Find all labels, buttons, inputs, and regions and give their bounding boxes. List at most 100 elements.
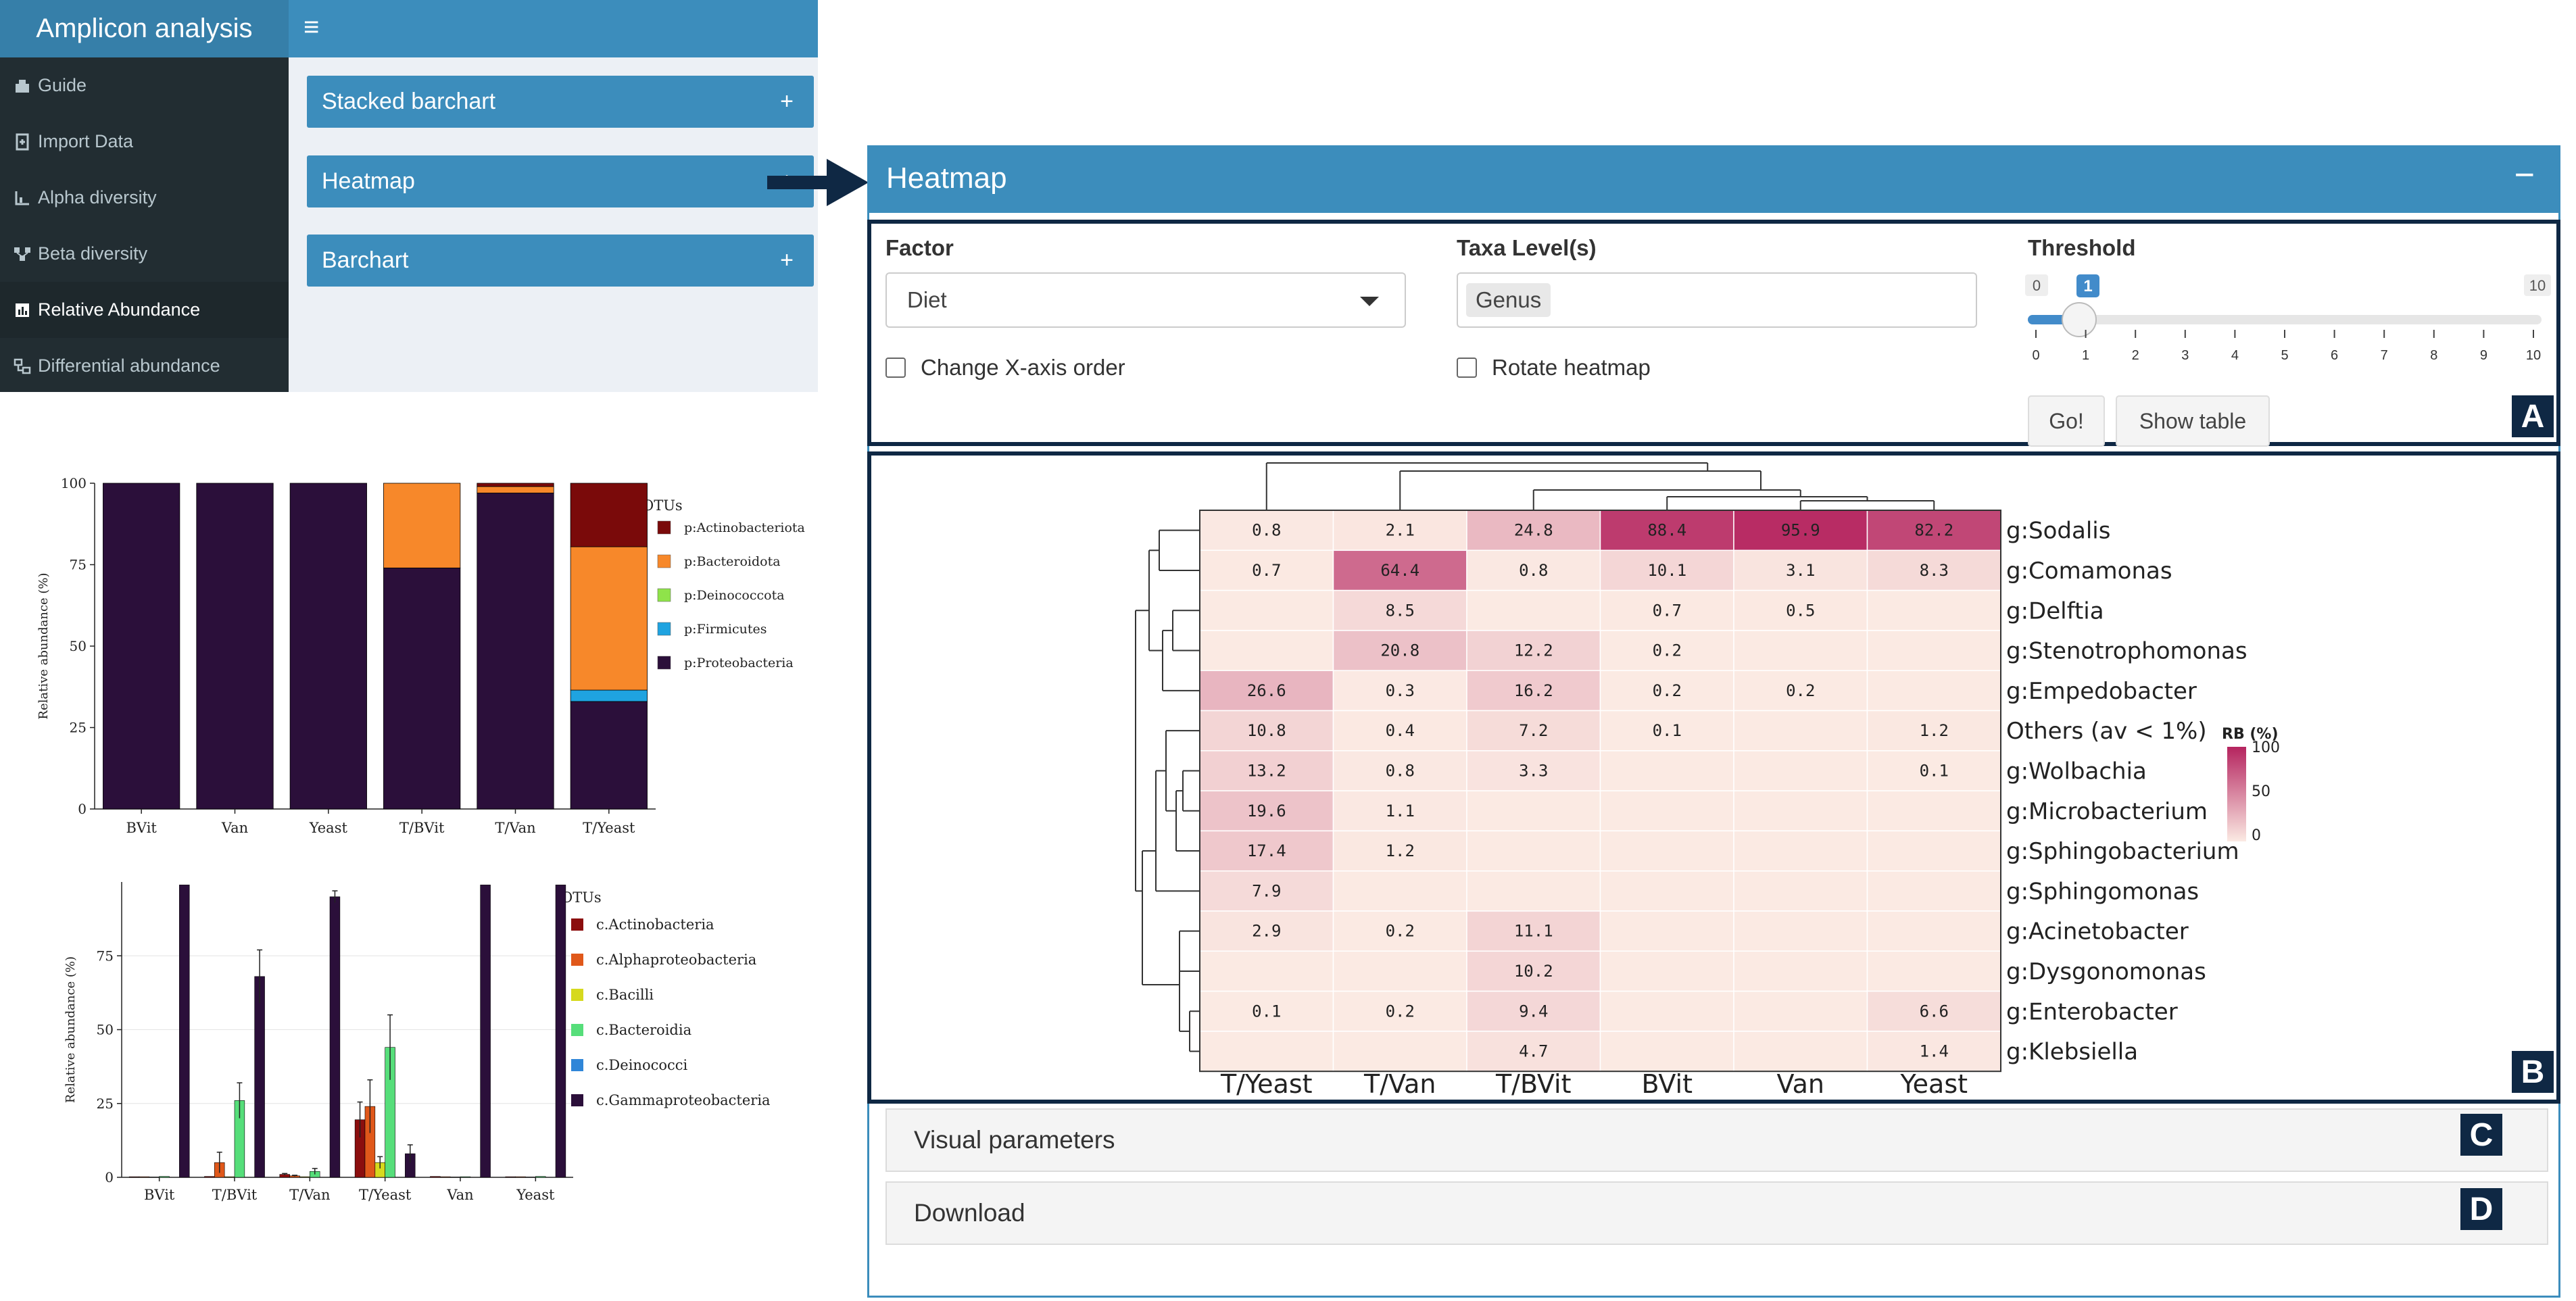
threshold-slider[interactable]: 0 10 1 0 1 2 3 4 5 6 7 8 9 10 — [2021, 270, 2555, 368]
x-tick-label: BVit — [144, 1187, 175, 1203]
stacked-bar-segment — [570, 701, 648, 810]
heatmap-cell-value: 10.2 — [1514, 962, 1553, 981]
heatmap-cell — [1733, 710, 1868, 752]
slider-tick-label: 0 — [2032, 348, 2039, 363]
bar — [179, 885, 190, 1178]
sidebar-item-beta-diversity[interactable]: Beta diversity — [0, 226, 289, 282]
heatmap-cell — [1599, 750, 1734, 791]
legend-label: p:Proteobacteria — [684, 656, 794, 670]
grouped-bar-chart: 0 25 50 75 Relative abundance (%) OTUs BVit T/B… — [64, 882, 771, 1203]
box-heatmap[interactable]: Heatmap + — [307, 155, 814, 207]
heatmap-cell-value: 0.2 — [1653, 641, 1682, 660]
box-barchart[interactable]: Barchart + — [307, 235, 814, 287]
sidebar: Guide Import Data Alpha diversity Beta d… — [0, 57, 289, 392]
heatmap-cell — [1733, 790, 1868, 832]
sidebar-item-differential-abundance[interactable]: Differential abundance — [0, 338, 289, 394]
collapse-icon[interactable]: − — [2514, 155, 2535, 195]
x-tick-label: T/Yeast — [359, 1187, 412, 1203]
x-tick-label: T/BVit — [399, 820, 445, 836]
sidebar-item-relative-abundance[interactable]: Relative Abundance — [0, 282, 289, 338]
app-brand[interactable]: Amplicon analysis — [0, 0, 289, 57]
sidebar-item-import-data[interactable]: Import Data — [0, 114, 289, 170]
slider-handle[interactable] — [2062, 302, 2097, 337]
y-axis-label: Relative abundance (%) — [37, 572, 51, 719]
legend-swatch — [657, 520, 671, 535]
download-toggle[interactable]: Download — [885, 1181, 2548, 1245]
y-tick-label: 25 — [97, 1096, 114, 1112]
heatmap-cell-value: 0.2 — [1653, 681, 1682, 700]
legend-label: p:Firmicutes — [684, 622, 767, 637]
heatmap-cell-value: 17.4 — [1247, 841, 1286, 860]
factor-label: Factor — [885, 235, 954, 260]
heatmap-row-label: Others (av < 1%) — [2006, 718, 2207, 745]
section-label-c: C — [2460, 1114, 2502, 1156]
heatmap-cell-value: 0.1 — [1252, 1002, 1281, 1021]
checkbox-box[interactable] — [885, 358, 906, 378]
legend-swatch — [571, 954, 583, 966]
taxa-level-input[interactable]: Genus — [1457, 272, 1977, 328]
x-tick-label: T/Yeast — [583, 820, 635, 836]
heatmap-chart: 0.8 2.1 24.8 88.4 95.9 82.2 g:Sodalis 0.7 64.4 0.… — [1135, 462, 2280, 1098]
taxa-chip[interactable]: Genus — [1466, 283, 1551, 317]
factor-select[interactable]: Diet — [885, 272, 1406, 328]
rotate-heatmap-checkbox[interactable]: Rotate heatmap — [1457, 355, 1651, 381]
go-button[interactable]: Go! — [2028, 395, 2105, 447]
legend-label: p:Actinobacteriota — [684, 520, 805, 535]
heatmap-row-label: g:Stenotrophomonas — [2006, 638, 2247, 665]
box-title: Heatmap — [322, 168, 415, 194]
heatmap-row-label: g:Microbacterium — [2006, 798, 2208, 825]
slider-tick-label: 5 — [2281, 348, 2288, 363]
stacked-bar-segment — [289, 483, 367, 810]
legend-tick-label: 50 — [2252, 783, 2270, 800]
box-stacked-barchart[interactable]: Stacked barchart + — [307, 76, 814, 128]
network-icon — [14, 245, 31, 263]
heatmap-cell-value: 0.8 — [1386, 761, 1415, 780]
heatmap-cell — [1866, 870, 2001, 912]
heatmap-cell — [1599, 1031, 1734, 1072]
legend-title: OTUs — [561, 889, 602, 906]
panel-title: Heatmap — [886, 162, 1007, 195]
heatmap-cell-value: 1.2 — [1920, 721, 1949, 740]
heatmap-cell — [1733, 750, 1868, 791]
heatmap-cell-value: 9.4 — [1519, 1002, 1548, 1021]
heatmap-cell — [1866, 830, 2001, 872]
expand-icon[interactable]: + — [780, 247, 794, 274]
checkbox-label: Change X-axis order — [921, 355, 1125, 380]
menu-toggle-icon[interactable]: ≡ — [303, 12, 319, 43]
slider-tick-label: 6 — [2331, 348, 2338, 363]
heatmap-cell — [1599, 910, 1734, 952]
change-x-axis-order-checkbox[interactable]: Change X-axis order — [885, 355, 1125, 381]
show-table-button[interactable]: Show table — [2116, 395, 2270, 447]
sidebar-item-label: Guide — [38, 75, 87, 95]
heatmap-cell — [1733, 830, 1868, 872]
sidebar-item-guide[interactable]: Guide — [0, 57, 289, 114]
arrow-icon — [767, 159, 869, 206]
y-tick-label: 50 — [70, 638, 87, 654]
heatmap-cell — [1599, 870, 1734, 912]
sidebar-item-alpha-diversity[interactable]: Alpha diversity — [0, 170, 289, 226]
heatmap-cell — [1599, 790, 1734, 832]
heatmap-cell-value: 64.4 — [1380, 561, 1419, 580]
app-content: Stacked barchart + Heatmap + Barchart + — [289, 57, 818, 392]
heatmap-row-label: g:Dysgonomonas — [2006, 958, 2206, 985]
visual-parameters-toggle[interactable]: Visual parameters — [885, 1108, 2548, 1172]
x-tick-label: T/BVit — [212, 1187, 258, 1203]
slider-ticks: 0 1 2 3 4 5 6 7 8 9 10 — [2032, 330, 2541, 363]
slider-tick-label: 7 — [2381, 348, 2388, 363]
heatmap-row-label: g:Empedobacter — [2006, 678, 2197, 705]
heatmap-cell — [1733, 950, 1868, 992]
y-tick-label: 50 — [97, 1022, 114, 1038]
checkbox-box[interactable] — [1457, 358, 1477, 378]
heatmap-cell — [1332, 1031, 1467, 1072]
slider-tick-label: 8 — [2430, 348, 2437, 363]
sidebar-item-label: Import Data — [38, 131, 134, 151]
heatmap-row-label: g:Comamonas — [2006, 558, 2172, 585]
expand-icon[interactable]: + — [780, 89, 794, 115]
heatmap-cell-value: 10.1 — [1647, 561, 1686, 580]
checkbox-label: Rotate heatmap — [1492, 355, 1651, 380]
heatmap-row-label: g:Sphingomonas — [2006, 878, 2199, 905]
bar — [254, 976, 265, 1178]
slider-min-label: 0 — [2033, 277, 2041, 294]
slider-track[interactable] — [2028, 315, 2542, 324]
threshold-label: Threshold — [2028, 235, 2136, 260]
